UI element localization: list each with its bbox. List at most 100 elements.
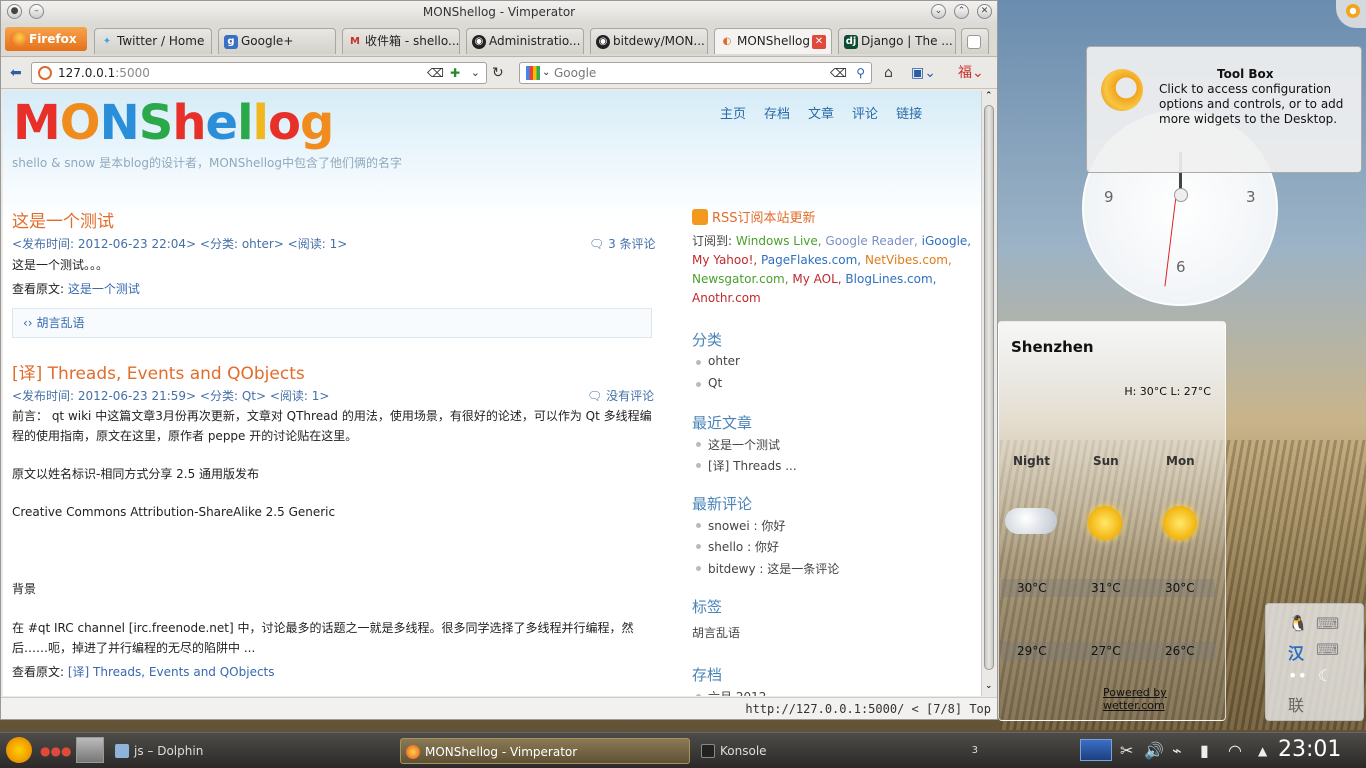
original-link[interactable]: 这是一个测试 bbox=[68, 282, 140, 296]
kickoff-menu-icon[interactable] bbox=[6, 737, 32, 763]
wifi-icon[interactable]: ◠ bbox=[1228, 741, 1242, 761]
recent-comment-item[interactable]: bitdewy : 这是一条评论 bbox=[695, 560, 839, 577]
reader-link[interactable]: Google Reader, bbox=[825, 234, 917, 248]
activities-icon[interactable]: ●●● bbox=[40, 744, 71, 758]
search-icon[interactable]: ⚲ bbox=[856, 63, 865, 83]
task-dolphin[interactable]: js – Dolphin bbox=[110, 738, 392, 764]
scrollbar-thumb[interactable] bbox=[984, 105, 994, 670]
url-bar[interactable]: 127.0.0.1:5000 ⌫ ✚ ⌄ bbox=[31, 62, 487, 84]
soft-keyboard-icon[interactable]: ⌨ bbox=[1316, 640, 1339, 659]
show-desktop-icon[interactable] bbox=[76, 737, 104, 763]
recent-post-item[interactable]: [译] Threads ... bbox=[696, 457, 797, 474]
original-link[interactable]: [译] Threads, Events and QObjects bbox=[68, 665, 275, 679]
reader-link[interactable]: BlogLines.com, bbox=[845, 272, 936, 286]
back-arrow-icon[interactable]: ⬅ bbox=[10, 65, 22, 81]
reader-link[interactable]: My Yahoo!, bbox=[692, 253, 757, 267]
chinese-mode-icon[interactable]: 汉 bbox=[1288, 640, 1304, 664]
tab-gmail[interactable]: M 收件箱 - shello... bbox=[342, 28, 460, 54]
window-menu-button[interactable]: ● bbox=[7, 4, 22, 19]
taskbar-clock[interactable]: 23:01 bbox=[1278, 737, 1341, 762]
recent-comment-item[interactable]: snowei : 你好 bbox=[695, 517, 785, 534]
post-title[interactable]: 这是一个测试 bbox=[12, 207, 114, 232]
reader-link[interactable]: iGoogle, bbox=[922, 234, 971, 248]
keep-above-button[interactable]: – bbox=[29, 4, 44, 19]
reader-link[interactable]: Anothr.com bbox=[692, 291, 761, 305]
reader-link[interactable]: NetVibes.com, bbox=[865, 253, 952, 267]
keyboard-icon[interactable]: ⌨ bbox=[1316, 614, 1339, 633]
forecast-day: Night bbox=[1013, 454, 1051, 468]
page-scrollbar[interactable]: ⌃ ⌄ bbox=[981, 91, 996, 696]
clear-search-icon[interactable]: ⌫ bbox=[830, 63, 847, 83]
tab-google-plus[interactable]: g Google+ bbox=[218, 28, 336, 54]
firefox-icon bbox=[10, 31, 26, 47]
reader-link[interactable]: My AOL, bbox=[792, 272, 841, 286]
scroll-up-icon[interactable]: ⌃ bbox=[985, 91, 993, 101]
maximize-button[interactable]: ⌃ bbox=[954, 4, 969, 19]
usb-icon[interactable]: ⌁ bbox=[1172, 741, 1182, 761]
punctuation-icon[interactable]: •• bbox=[1288, 666, 1307, 685]
close-tab-icon[interactable]: ✕ bbox=[812, 35, 826, 49]
minimize-button[interactable]: ⌄ bbox=[931, 4, 946, 19]
nav-home[interactable]: 主页 bbox=[720, 103, 746, 122]
input-method-panel[interactable]: 🐧 ⌨ 汉 ⌨ •• ☾ 联 bbox=[1265, 603, 1364, 721]
tray-expand-icon[interactable]: ▲ bbox=[1258, 741, 1267, 761]
tag-link[interactable]: 胡言乱语 bbox=[692, 624, 740, 641]
kde-toolbox[interactable]: Tool Box Click to access configuration o… bbox=[1086, 46, 1362, 173]
task-vimperator[interactable]: MONShellog - Vimperator bbox=[400, 738, 690, 764]
archive-item[interactable]: 六月 2012 bbox=[695, 688, 766, 696]
window-titlebar[interactable]: ● – MONShellog - Vimperator ⌄ ⌃ ✕ bbox=[1, 1, 997, 23]
recent-post-item[interactable]: 这是一个测试 bbox=[695, 436, 780, 453]
sidebar-toggle-icon[interactable]: ▣⌄ bbox=[911, 65, 936, 81]
battery-icon[interactable]: ▮ bbox=[1200, 741, 1209, 761]
nav-links[interactable]: 链接 bbox=[896, 103, 922, 122]
nav-articles[interactable]: 文章 bbox=[808, 103, 834, 122]
half-width-moon-icon[interactable]: ☾ bbox=[1318, 666, 1332, 685]
reader-link[interactable]: Windows Live, bbox=[736, 234, 822, 248]
category-item[interactable]: ohter bbox=[696, 354, 740, 368]
scissors-icon[interactable]: ✂ bbox=[1120, 741, 1133, 761]
desktop-pager-icon[interactable] bbox=[1080, 739, 1112, 761]
desktop-toolbox-cashew[interactable] bbox=[1336, 0, 1366, 28]
tag-link[interactable]: 胡言乱语 bbox=[36, 316, 84, 330]
post-comments-link[interactable]: 🗨 没有评论 bbox=[587, 387, 654, 404]
bookmark-add-icon[interactable]: ✚ bbox=[450, 63, 460, 83]
lian-icon[interactable]: 联 bbox=[1288, 692, 1304, 716]
nav-comments[interactable]: 评论 bbox=[852, 103, 878, 122]
home-icon[interactable]: ⌂ bbox=[884, 65, 893, 81]
reader-link[interactable]: Newsgator.com, bbox=[692, 272, 789, 286]
nav-archive[interactable]: 存档 bbox=[764, 103, 790, 122]
tab-monshellog[interactable]: ◐ MONShellog ✕ bbox=[714, 28, 832, 54]
tab-github-bitdewy[interactable]: ◉ bitdewy/MON... bbox=[590, 28, 708, 54]
weather-provider-link[interactable]: Powered by wetter.com bbox=[1103, 686, 1225, 712]
history-dropdown-icon[interactable]: ⌄ bbox=[471, 63, 480, 83]
engine-dropdown-icon[interactable]: ⌄ bbox=[542, 63, 550, 83]
penguin-icon[interactable]: 🐧 bbox=[1288, 614, 1308, 633]
firefox-menu-button[interactable]: Firefox bbox=[5, 27, 87, 51]
site-favicon-icon: ◐ bbox=[722, 36, 732, 47]
tab-twitter[interactable]: ✦ Twitter / Home bbox=[94, 28, 212, 54]
task-konsole[interactable]: Konsole 3 bbox=[696, 738, 986, 764]
volume-icon[interactable]: 🔊 bbox=[1144, 741, 1164, 761]
github-icon: ◉ bbox=[596, 35, 610, 49]
search-bar[interactable]: ⌄ Google ⌫ ⚲ bbox=[519, 62, 872, 84]
google-engine-icon[interactable] bbox=[526, 66, 540, 80]
post-comments-link[interactable]: 🗨 3 条评论 bbox=[589, 235, 656, 252]
reader-link[interactable]: PageFlakes.com, bbox=[761, 253, 861, 267]
kde-cashew-icon bbox=[1346, 4, 1360, 18]
recent-comment-item[interactable]: shello : 你好 bbox=[696, 538, 779, 555]
site-logo[interactable]: MONShellog bbox=[13, 93, 334, 153]
reload-icon[interactable]: ↻ bbox=[492, 65, 504, 81]
addon-icon[interactable]: 福⌄ bbox=[958, 65, 984, 81]
tab-github-admin[interactable]: ◉ Administratio... bbox=[466, 28, 584, 54]
rss-icon[interactable] bbox=[692, 209, 708, 225]
rss-title[interactable]: RSS订阅本站更新 bbox=[712, 207, 816, 226]
clear-url-icon[interactable]: ⌫ bbox=[427, 63, 444, 83]
tab-django[interactable]: dj Django | The ... bbox=[838, 28, 956, 54]
close-button[interactable]: ✕ bbox=[977, 4, 992, 19]
weather-widget[interactable]: Shenzhen H: 30°C L: 27°C Night Sun Mon 3… bbox=[998, 321, 1226, 721]
new-tab-button[interactable] bbox=[961, 28, 989, 54]
category-item[interactable]: Qt bbox=[695, 376, 722, 390]
scroll-down-icon[interactable]: ⌄ bbox=[985, 681, 993, 691]
post-title[interactable]: [译] Threads, Events and QObjects bbox=[12, 359, 305, 384]
sunny-icon bbox=[1088, 506, 1122, 540]
